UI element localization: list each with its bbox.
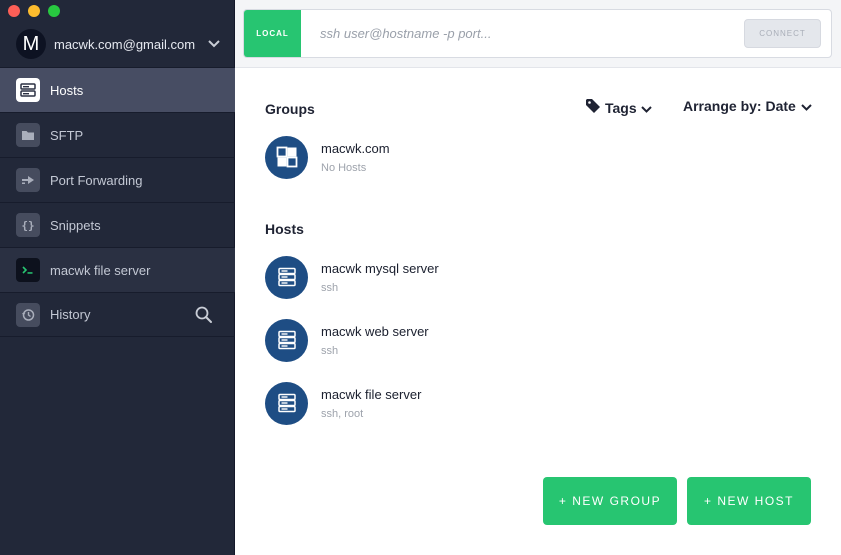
minimize-window-button[interactable] bbox=[28, 5, 40, 17]
arrange-label: Arrange by: Date bbox=[683, 98, 796, 114]
sidebar-item-label: History bbox=[50, 307, 91, 322]
host-item[interactable]: macwk file server ssh, root bbox=[265, 381, 421, 425]
account-switcher[interactable]: M macwk.com@gmail.com bbox=[16, 28, 221, 60]
ssh-command-input[interactable] bbox=[301, 10, 744, 57]
connect-box: LOCAL CONNECT bbox=[243, 9, 832, 58]
host-name: macwk web server bbox=[321, 323, 429, 339]
maximize-window-button[interactable] bbox=[48, 5, 60, 17]
sidebar-item-label: macwk file server bbox=[50, 262, 151, 278]
new-host-button[interactable]: + NEW HOST bbox=[687, 477, 811, 525]
server-icon bbox=[265, 381, 308, 425]
server-icon bbox=[265, 255, 308, 299]
sidebar-item-label: Port Forwarding bbox=[50, 172, 143, 188]
host-name: macwk file server bbox=[321, 386, 422, 402]
sidebar-item-snippets[interactable]: {} Snippets bbox=[0, 202, 235, 247]
chevron-down-icon bbox=[640, 100, 652, 116]
group-item[interactable]: macwk.com No Hosts bbox=[265, 135, 390, 179]
group-name: macwk.com bbox=[321, 140, 390, 156]
chevron-down-icon[interactable] bbox=[207, 37, 221, 51]
account-email: macwk.com@gmail.com bbox=[54, 36, 196, 52]
sidebar-item-label: SFTP bbox=[50, 127, 84, 143]
sidebar-item-port-forwarding[interactable]: Port Forwarding bbox=[0, 157, 235, 202]
local-tag[interactable]: LOCAL bbox=[244, 10, 301, 57]
terminal-icon bbox=[16, 258, 40, 282]
sidebar-item-label: Snippets bbox=[50, 217, 101, 233]
snippets-braces-icon: {} bbox=[16, 213, 40, 237]
sidebar-item-history[interactable]: History bbox=[0, 292, 235, 337]
svg-text:{}: {} bbox=[21, 219, 34, 231]
new-group-button[interactable]: + NEW GROUP bbox=[543, 477, 677, 525]
group-subtitle: No Hosts bbox=[321, 161, 367, 174]
hosts-title: Hosts bbox=[265, 221, 304, 237]
tags-label: Tags bbox=[605, 99, 637, 116]
connect-button[interactable]: CONNECT bbox=[744, 19, 821, 48]
group-icon bbox=[265, 135, 308, 179]
tag-icon bbox=[585, 98, 601, 117]
sidebar-nav: Hosts SFTP Port Forwarding {} Snippets m… bbox=[0, 67, 235, 337]
arrange-by-button[interactable]: Arrange by: Date bbox=[683, 98, 812, 114]
sidebar: M macwk.com@gmail.com Hosts SFTP Port Fo… bbox=[0, 0, 235, 555]
sftp-folder-icon bbox=[16, 123, 40, 147]
search-icon[interactable] bbox=[195, 306, 213, 324]
server-icon bbox=[265, 318, 308, 362]
close-window-button[interactable] bbox=[8, 5, 20, 17]
connect-bar: LOCAL CONNECT bbox=[235, 0, 841, 68]
history-icon bbox=[16, 302, 40, 327]
window-controls bbox=[8, 5, 60, 17]
host-item[interactable]: macwk mysql server ssh bbox=[265, 255, 439, 299]
host-subtitle: ssh bbox=[321, 281, 339, 294]
sidebar-item-sftp[interactable]: SFTP bbox=[0, 112, 235, 157]
groups-title: Groups bbox=[265, 101, 315, 117]
sidebar-item-terminal-session[interactable]: macwk file server bbox=[0, 247, 235, 292]
host-subtitle: ssh, root bbox=[321, 407, 364, 420]
avatar: M bbox=[16, 29, 46, 59]
tags-filter-button[interactable]: Tags bbox=[585, 98, 652, 117]
main-content: Groups Tags Arrange by: Date macwk.com N… bbox=[235, 69, 841, 555]
sidebar-item-label: Hosts bbox=[50, 82, 84, 98]
sidebar-item-hosts[interactable]: Hosts bbox=[0, 67, 235, 112]
host-name: macwk mysql server bbox=[321, 260, 439, 276]
port-forwarding-icon bbox=[16, 168, 40, 192]
host-subtitle: ssh bbox=[321, 344, 339, 357]
hosts-icon bbox=[16, 78, 40, 102]
chevron-down-icon bbox=[801, 98, 812, 114]
host-item[interactable]: macwk web server ssh bbox=[265, 318, 429, 362]
